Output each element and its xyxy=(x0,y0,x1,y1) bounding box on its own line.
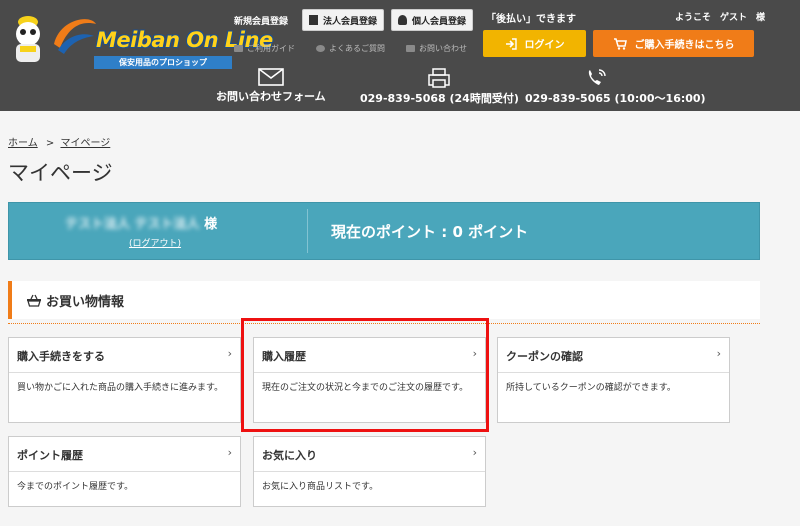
card-title: お気に入り xyxy=(262,449,317,462)
breadcrumb-separator: > xyxy=(45,138,55,149)
page-title: マイページ xyxy=(8,161,113,185)
chevron-right-icon: › xyxy=(716,347,721,360)
card-point-history[interactable]: ポイント履歴 › 今までのポイント履歴です。 xyxy=(8,436,241,507)
card-title: 購入手続きをする xyxy=(17,350,105,363)
breadcrumb: ホーム > マイページ xyxy=(8,134,110,149)
cart-icon xyxy=(613,37,627,50)
checkout-button[interactable]: ご購入手続きはこちら xyxy=(593,30,754,57)
login-icon xyxy=(505,37,517,50)
breadcrumb-home-link[interactable]: ホーム xyxy=(8,138,38,149)
personal-register-button[interactable]: 個人会員登録 xyxy=(391,9,473,31)
card-checkout[interactable]: 購入手続きをする › 買い物かごに入れた商品の購入手続きに進みます。 xyxy=(8,337,241,423)
fax-icon xyxy=(428,68,451,88)
atobarai-notice: 「後払い」できます xyxy=(486,14,576,25)
faq-icon xyxy=(316,45,325,52)
card-description: お気に入り商品リストです。 xyxy=(262,482,379,492)
shopping-info-section-header: お買い物情報 xyxy=(8,281,760,319)
login-button[interactable]: ログイン xyxy=(483,30,586,57)
site-logo[interactable]: Meiban On Line 保安用品のプロショップ xyxy=(8,6,273,69)
faq-link[interactable]: よくあるご質問 xyxy=(316,43,385,54)
phone-icon xyxy=(588,69,606,85)
card-title: クーポンの確認 xyxy=(506,350,583,363)
card-description: 今までのポイント履歴です。 xyxy=(17,482,134,492)
chevron-right-icon: › xyxy=(472,446,477,459)
building-icon xyxy=(309,15,318,25)
welcome-text: ようこそ ゲスト 様 xyxy=(675,13,766,23)
card-description: 所持しているクーポンの確認ができます。 xyxy=(506,383,676,393)
fax-number: 029-839-5068 (24時間受付) xyxy=(360,68,519,106)
card-coupon[interactable]: クーポンの確認 › 所持しているクーポンの確認ができます。 xyxy=(497,337,730,423)
card-description: 買い物かごに入れた商品の購入手続きに進みます。 xyxy=(17,383,224,393)
inquiry-link[interactable]: お問い合わせ xyxy=(406,43,467,54)
highlight-box xyxy=(241,318,489,432)
points-display: 現在のポイント : 0 ポイント xyxy=(331,223,529,241)
user-name: テスト法人 テスト法人 様 xyxy=(65,217,218,232)
site-header: Meiban On Line 保安用品のプロショップ 新規会員登録 法人会員登録… xyxy=(0,0,800,111)
chevron-right-icon: › xyxy=(227,446,232,459)
breadcrumb-current-link[interactable]: マイページ xyxy=(60,138,110,149)
user-info-bar: テスト法人 テスト法人 様 (ログアウト) 現在のポイント : 0 ポイント xyxy=(8,202,760,260)
contact-form-link[interactable]: お問い合わせフォーム xyxy=(216,68,326,104)
logout-link[interactable]: (ログアウト) xyxy=(129,236,181,249)
person-icon xyxy=(398,15,407,25)
mascot-icon xyxy=(16,16,40,62)
mail-icon xyxy=(258,68,284,86)
guide-icon xyxy=(234,45,243,52)
card-title: ポイント履歴 xyxy=(17,449,83,462)
new-member-label: 新規会員登録 xyxy=(234,17,289,27)
logo-swoosh-icon xyxy=(54,19,96,54)
mail-small-icon xyxy=(406,45,415,52)
basket-icon xyxy=(27,294,41,307)
userbar-divider xyxy=(307,209,308,253)
logo-subtitle: 保安用品のプロショップ xyxy=(94,56,232,69)
phone-number: 029-839-5065 (10:00〜16:00) xyxy=(525,68,706,106)
chevron-right-icon: › xyxy=(227,347,232,360)
corporate-register-button[interactable]: 法人会員登録 xyxy=(302,9,384,31)
guide-link[interactable]: ご利用ガイド xyxy=(234,43,295,54)
card-favorites[interactable]: お気に入り › お気に入り商品リストです。 xyxy=(253,436,486,507)
section-title: お買い物情報 xyxy=(26,291,124,310)
